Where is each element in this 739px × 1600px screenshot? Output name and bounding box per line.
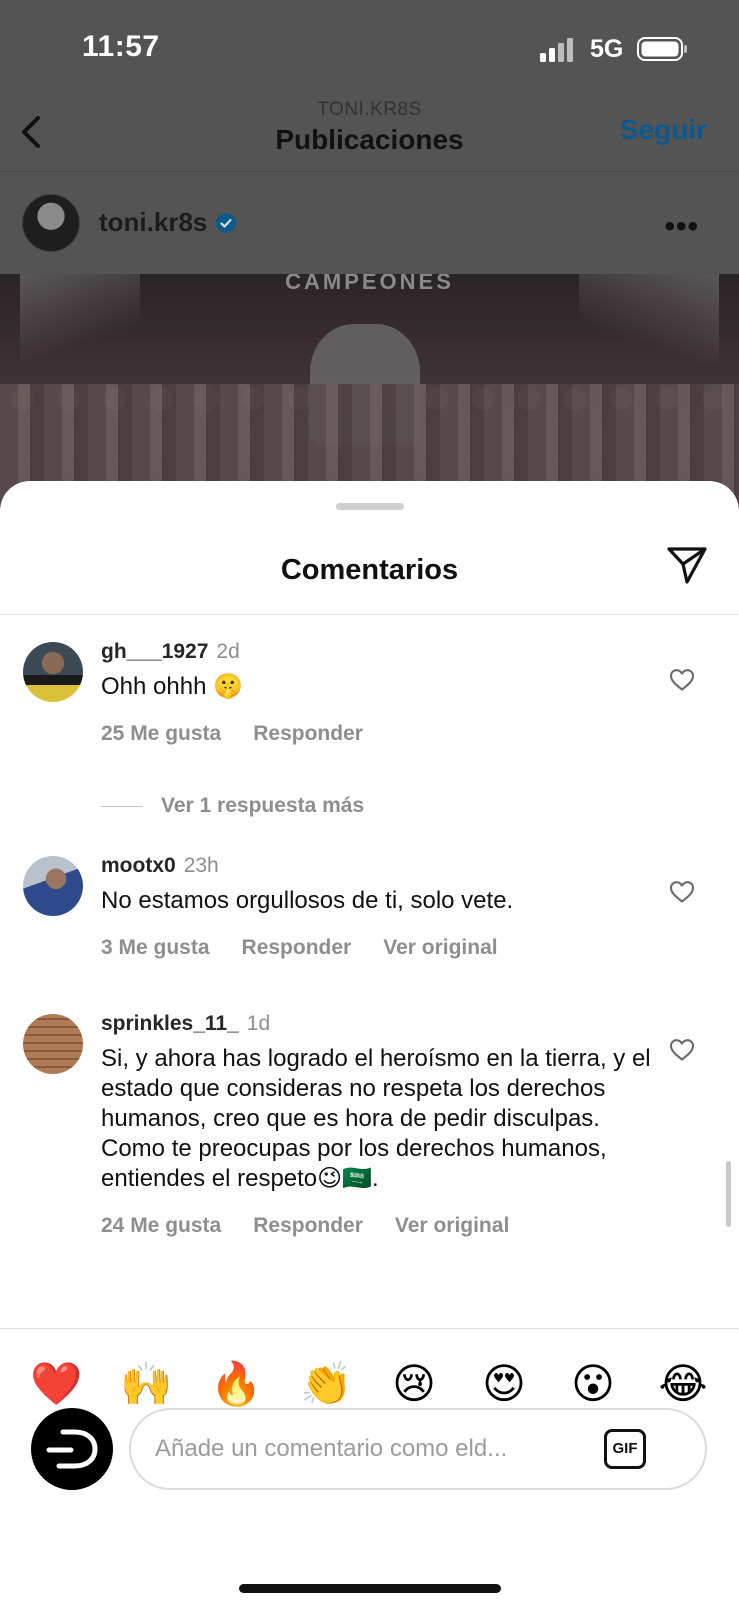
sheet-title: Comentarios xyxy=(280,554,459,586)
sheet-drag-handle[interactable] xyxy=(336,503,404,510)
emoji-crying-button[interactable]: 😢 xyxy=(389,1359,439,1409)
likes-count[interactable]: 25 Me gusta xyxy=(101,722,221,745)
likes-count[interactable]: 24 Me gusta xyxy=(101,1214,221,1237)
post-image: CAMPEONES xyxy=(0,274,739,514)
view-more-replies-button[interactable]: Ver 1 respuesta más xyxy=(101,794,364,818)
divider xyxy=(0,1328,739,1329)
emoji-heart-eyes-button[interactable]: 😍 xyxy=(479,1359,529,1409)
user-logo-icon xyxy=(46,1429,98,1469)
post-image-caption: CAMPEONES xyxy=(285,274,454,294)
comments-sheet: Comentarios gh___1927 2d Ohh ohhh 🤫 25 Me… xyxy=(0,481,739,1600)
user-avatar[interactable] xyxy=(31,1408,113,1490)
status-time: 11:57 xyxy=(82,30,160,63)
emoji-heart-button[interactable]: ❤️ xyxy=(30,1359,82,1409)
comment-text: Ohh ohhh 🤫 xyxy=(101,673,243,700)
comment-time: 1d xyxy=(246,1012,271,1035)
comment-username[interactable]: gh___1927 xyxy=(101,640,208,663)
reply-button[interactable]: Responder xyxy=(253,1214,363,1237)
emoji-laughing-button[interactable]: 😂 xyxy=(658,1359,708,1409)
comment-username[interactable]: sprinkles_11_ xyxy=(101,1012,239,1035)
comment-body: gh___1927 2d Ohh ohhh 🤫 25 Me gusta Respon… xyxy=(101,640,661,746)
divider xyxy=(0,614,739,615)
likes-count[interactable]: 3 Me gusta xyxy=(101,936,210,959)
more-options-icon[interactable]: ••• xyxy=(664,210,699,244)
emoji-reaction-bar: ❤️ 🙌 🔥 👏 😢 😍 😮 😂 xyxy=(0,1359,739,1409)
comment-actions: 24 Me gusta Responder Ver original xyxy=(101,1214,661,1238)
comment-actions: 3 Me gusta Responder Ver original xyxy=(101,936,661,960)
like-heart-icon[interactable] xyxy=(669,880,695,904)
comment-text: Si, y ahora has logrado el heroísmo en l… xyxy=(101,1045,651,1192)
top-nav: TONI.KR8S Publicaciones Seguir xyxy=(0,96,739,172)
avatar[interactable] xyxy=(23,642,83,702)
like-heart-icon[interactable] xyxy=(669,668,695,692)
author-avatar[interactable] xyxy=(22,194,80,252)
home-indicator xyxy=(239,1584,501,1593)
comment-text: No estamos orgullosos de ti, solo vete. xyxy=(101,887,514,914)
emoji-surprised-button[interactable]: 😮 xyxy=(568,1359,618,1409)
comment-body: mootx0 23h No estamos orgullosos de ti, s… xyxy=(101,854,661,960)
comment-body: sprinkles_11_ 1d Si, y ahora has logrado … xyxy=(101,1012,661,1238)
network-label: 5G xyxy=(590,35,624,63)
gif-button[interactable]: GIF xyxy=(604,1429,646,1469)
scrollbar[interactable] xyxy=(726,1161,731,1227)
author-name[interactable]: toni.kr8s xyxy=(99,207,237,238)
follow-button[interactable]: Seguir xyxy=(620,114,707,146)
comment-actions: 25 Me gusta Responder xyxy=(101,722,661,746)
comment-header: mootx0 23h xyxy=(101,854,661,878)
comment-time: 2d xyxy=(216,640,240,663)
battery-icon xyxy=(637,37,687,61)
comment-username[interactable]: mootx0 xyxy=(101,854,176,877)
status-bar: 11:57 5G xyxy=(0,0,739,96)
comment-header: sprinkles_11_ 1d xyxy=(101,1012,661,1036)
see-original-button[interactable]: Ver original xyxy=(383,936,497,959)
post-author-row: toni.kr8s ••• xyxy=(0,172,739,274)
see-original-button[interactable]: Ver original xyxy=(395,1214,509,1237)
comment-header: gh___1927 2d xyxy=(101,640,661,664)
emoji-clap-button[interactable]: 👏 xyxy=(300,1359,352,1409)
comment-composer: GIF xyxy=(0,1408,739,1498)
emoji-raised-hands-button[interactable]: 🙌 xyxy=(120,1359,172,1409)
avatar[interactable] xyxy=(23,1014,83,1074)
like-heart-icon[interactable] xyxy=(669,1038,695,1062)
author-username[interactable]: toni.kr8s xyxy=(99,207,207,237)
reply-button[interactable]: Responder xyxy=(242,936,352,959)
emoji-fire-button[interactable]: 🔥 xyxy=(210,1359,262,1409)
comment-time: 23h xyxy=(183,854,219,877)
reply-button[interactable]: Responder xyxy=(253,722,363,745)
verified-badge-icon xyxy=(216,213,237,233)
avatar[interactable] xyxy=(23,856,83,916)
signal-icon xyxy=(540,38,573,62)
share-send-icon[interactable] xyxy=(665,543,709,587)
